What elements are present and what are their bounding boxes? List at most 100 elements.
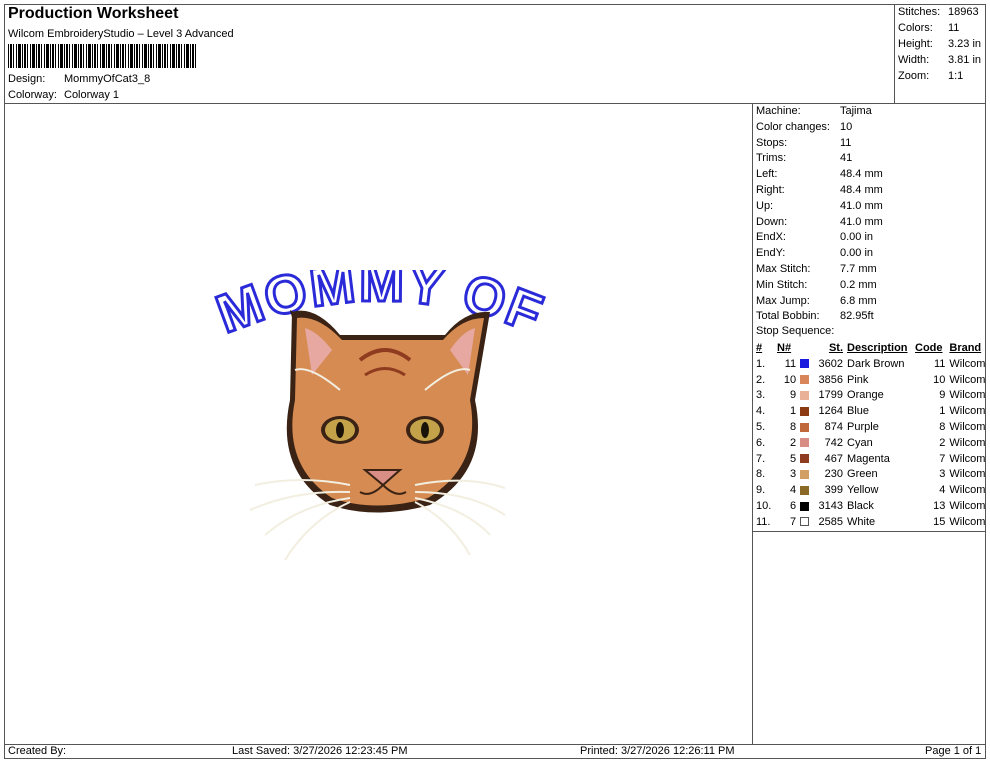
row-code: 4 bbox=[939, 484, 946, 497]
row-brand: Wilcom bbox=[949, 515, 986, 528]
summary-row: Stitches: 18963 bbox=[898, 4, 981, 20]
info-row: Max Stitch: 7.7 mm bbox=[756, 262, 883, 278]
embroidery-preview-image: MOMMY OF bbox=[207, 251, 551, 561]
info-row: Down: 41.0 mm bbox=[756, 215, 883, 231]
info-value: 41.0 mm bbox=[840, 215, 883, 228]
row-index: 7. bbox=[756, 452, 766, 465]
row-stitches: 1264 bbox=[818, 405, 844, 418]
row-stitches: 467 bbox=[824, 452, 844, 465]
summary-value: 1:1 bbox=[948, 70, 964, 82]
row-index: 1. bbox=[756, 357, 766, 370]
summary-value: 3.81 in bbox=[948, 54, 982, 66]
row-swatch bbox=[798, 483, 813, 499]
design-preview: MOMMY OF bbox=[200, 251, 560, 580]
row-description: Cyan bbox=[847, 436, 873, 449]
row-needle: 4 bbox=[790, 484, 797, 497]
info-row: Trims: 41 bbox=[756, 151, 883, 167]
summary-value: 11 bbox=[948, 22, 960, 34]
row-code: 13 bbox=[933, 499, 946, 512]
table-row: 2. 10 3856 Pink 10 Wilcom bbox=[754, 373, 990, 389]
color-swatch bbox=[800, 517, 810, 527]
summary-stats: Stitches: 18963 Colors: 11 Height: 3.23 in … bbox=[898, 4, 981, 84]
row-swatch bbox=[798, 515, 813, 531]
row-code: 3 bbox=[939, 468, 946, 481]
info-row: Total Bobbin: 82.95ft bbox=[756, 309, 883, 325]
table-row: 10. 6 3143 Black 13 Wilcom bbox=[754, 499, 990, 515]
row-stitches: 3856 bbox=[818, 373, 844, 386]
colorway-label: Colorway: bbox=[8, 89, 57, 101]
row-description: Black bbox=[847, 499, 874, 512]
row-swatch bbox=[798, 452, 813, 468]
info-value: 41 bbox=[840, 152, 853, 165]
info-label: Trims: bbox=[756, 152, 787, 165]
row-code: 2 bbox=[939, 436, 946, 449]
panel-divider bbox=[752, 103, 753, 744]
col-code-header: Code bbox=[915, 342, 943, 354]
row-stitches: 742 bbox=[824, 436, 844, 449]
row-stitches: 230 bbox=[824, 468, 844, 481]
row-code: 7 bbox=[939, 452, 946, 465]
row-description: Pink bbox=[847, 373, 869, 386]
row-brand: Wilcom bbox=[949, 499, 986, 512]
row-needle: 6 bbox=[790, 499, 797, 512]
info-value: 48.4 mm bbox=[840, 168, 883, 181]
row-stitches: 3602 bbox=[818, 357, 844, 370]
last-saved: Last Saved: 3/27/2026 12:23:45 PM bbox=[232, 745, 408, 757]
design-label: Design: bbox=[8, 73, 46, 85]
row-needle: 11 bbox=[784, 357, 797, 370]
info-value: 10 bbox=[840, 120, 853, 133]
row-brand: Wilcom bbox=[949, 452, 986, 465]
table-row: 7. 5 467 Magenta 7 Wilcom bbox=[754, 452, 990, 468]
stop-sequence-title: Stop Sequence: bbox=[756, 325, 835, 337]
row-swatch bbox=[798, 420, 813, 436]
row-description: White bbox=[847, 515, 876, 528]
info-row: EndY: 0.00 in bbox=[756, 246, 883, 262]
row-brand: Wilcom bbox=[949, 373, 986, 386]
info-label: EndX: bbox=[756, 231, 786, 244]
info-row: Max Jump: 6.8 mm bbox=[756, 294, 883, 310]
color-swatch bbox=[800, 438, 810, 448]
row-index: 4. bbox=[756, 405, 766, 418]
color-swatch bbox=[800, 390, 810, 400]
row-index: 6. bbox=[756, 436, 766, 449]
table-header-row: # N# St. Description Code Brand bbox=[754, 341, 990, 357]
info-row: Left: 48.4 mm bbox=[756, 167, 883, 183]
color-swatch bbox=[800, 422, 810, 432]
row-needle: 7 bbox=[790, 515, 797, 528]
table-row: 1. 11 3602 Dark Brown 11 Wilcom bbox=[754, 357, 990, 373]
info-row: Up: 41.0 mm bbox=[756, 199, 883, 215]
info-value: 0.00 in bbox=[840, 231, 874, 244]
info-value: Tajima bbox=[840, 105, 872, 117]
printed-date: Printed: 3/27/2026 12:26:11 PM bbox=[580, 745, 735, 757]
info-label: Stops: bbox=[756, 136, 788, 149]
row-code: 8 bbox=[939, 420, 946, 433]
colorway-row: Colorway: Colorway 1 bbox=[8, 89, 119, 101]
table-row: 8. 3 230 Green 3 Wilcom bbox=[754, 467, 990, 483]
row-swatch bbox=[798, 467, 813, 483]
row-description: Magenta bbox=[847, 452, 890, 465]
row-code: 10 bbox=[933, 373, 946, 386]
row-code: 9 bbox=[939, 389, 946, 402]
info-label: Max Stitch: bbox=[756, 262, 811, 275]
summary-row: Zoom: 1:1 bbox=[898, 68, 981, 84]
row-brand: Wilcom bbox=[949, 468, 986, 481]
info-value: 41.0 mm bbox=[840, 199, 883, 212]
table-row: 11. 7 2585 White 15 Wilcom bbox=[754, 515, 990, 531]
row-code: 1 bbox=[939, 405, 946, 418]
created-by: Created By: bbox=[8, 745, 67, 757]
row-brand: Wilcom bbox=[949, 405, 986, 418]
summary-row: Height: 3.23 in bbox=[898, 36, 981, 52]
info-value: 48.4 mm bbox=[840, 183, 883, 196]
row-needle: 1 bbox=[790, 405, 797, 418]
info-row: EndX: 0.00 in bbox=[756, 230, 883, 246]
row-needle: 9 bbox=[790, 389, 797, 402]
info-label: Right: bbox=[756, 183, 785, 196]
row-code: 15 bbox=[933, 515, 946, 528]
row-brand: Wilcom bbox=[949, 436, 986, 449]
software-name: Wilcom EmbroideryStudio – Level 3 Advanc… bbox=[8, 28, 234, 40]
row-brand: Wilcom bbox=[949, 357, 986, 370]
row-index: 5. bbox=[756, 420, 766, 433]
row-description: Dark Brown bbox=[847, 357, 905, 370]
row-stitches: 2585 bbox=[818, 515, 844, 528]
summary-row: Width: 3.81 in bbox=[898, 52, 981, 68]
